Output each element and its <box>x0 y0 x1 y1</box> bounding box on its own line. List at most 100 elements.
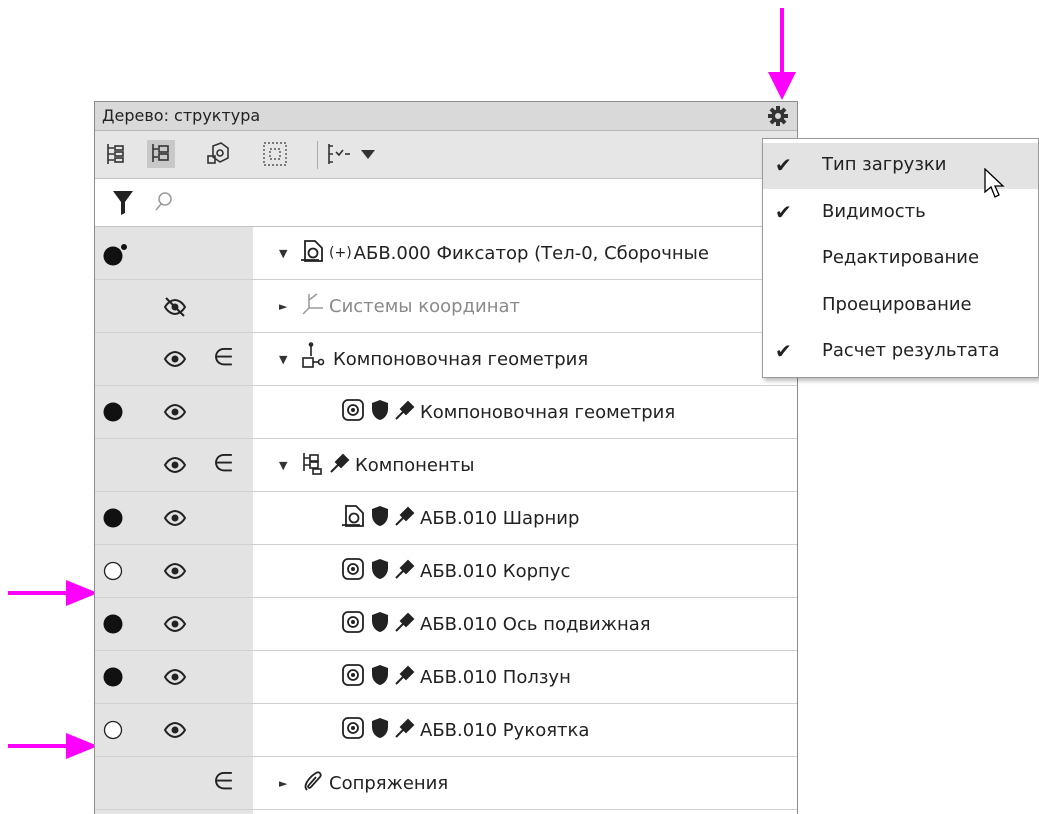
panel-title: Дерево: структура <box>102 106 261 125</box>
tree-node-label: Сопряжения <box>329 772 449 794</box>
pin-icon <box>395 506 415 526</box>
annotation-arrow-gear <box>768 8 796 100</box>
eye-icon[interactable] <box>163 349 187 369</box>
shield-icon <box>372 558 388 579</box>
menu-item-label: Расчет результата <box>822 340 1000 361</box>
tree-node[interactable]: Компоновочная геометрия <box>340 386 675 438</box>
tree-composition-button[interactable] <box>147 140 175 168</box>
pin-icon <box>395 400 415 420</box>
load-lightweight-icon[interactable] <box>103 720 123 740</box>
tree-row[interactable]: ► Системы координат <box>95 280 797 333</box>
tree-row[interactable]: АБВ.010 Шарнир <box>95 492 797 545</box>
search-icon <box>155 192 172 211</box>
expand-down-icon[interactable]: ▼ <box>279 459 289 472</box>
edit-element-of-icon[interactable]: ∈ <box>213 344 234 370</box>
tree-row[interactable]: АБВ.010 Ползун <box>95 651 797 704</box>
menu-item-3[interactable]: Редактирование <box>763 236 1038 282</box>
tree-node-label: АБВ.010 Шарнир <box>420 507 580 529</box>
edit-element-of-icon[interactable]: ∈ <box>213 768 234 794</box>
edit-element-of-icon[interactable]: ∈ <box>213 450 234 476</box>
part-icon <box>340 556 366 587</box>
selection-frame-icon <box>263 142 287 166</box>
dropdown-triangle-icon[interactable] <box>361 150 375 160</box>
load-mixed-icon[interactable] <box>103 243 127 266</box>
shield-icon <box>372 611 388 632</box>
tree-structure-icon <box>107 144 124 164</box>
tree-row[interactable]: Компоновочная геометрия <box>95 386 797 439</box>
load-full-icon[interactable] <box>103 508 123 528</box>
annotation-arrow-korpus <box>8 580 98 606</box>
pin-icon <box>395 612 415 632</box>
tree-row[interactable]: АБВ.010 Ось подвижная <box>95 598 797 651</box>
tree-node[interactable]: ▼ Компоновочная геометрия <box>279 333 588 385</box>
tree-node[interactable]: ▼ (+) АБВ.000 Фиксатор (Тел-0, Сборочные <box>279 227 709 279</box>
structure-tree-panel: Дерево: структура ▼ (+) АБВ.000 Фиксатор… <box>94 101 798 814</box>
expand-right-icon[interactable]: ► <box>279 777 289 790</box>
filter-icon[interactable] <box>113 191 133 215</box>
panel-toolbar <box>95 131 797 179</box>
tree-node[interactable]: ► Системы координат <box>279 280 520 332</box>
mates-icon <box>299 768 325 799</box>
eye-icon[interactable] <box>163 720 187 740</box>
checkmark-icon: ✔ <box>775 199 792 224</box>
load-full-icon[interactable] <box>103 667 123 687</box>
assembly-icon <box>299 238 325 269</box>
tree-rows: ▼ (+) АБВ.000 Фиксатор (Тел-0, Сборочные ► С… <box>95 227 797 810</box>
pin-icon <box>395 718 415 738</box>
filter-bar <box>95 179 797 227</box>
menu-item-4[interactable]: Проецирование <box>763 283 1038 329</box>
shield-icon <box>372 664 388 685</box>
load-full-icon[interactable] <box>103 402 123 422</box>
modified-marker: (+) <box>329 245 352 261</box>
panel-titlebar: Дерево: структура <box>95 102 797 131</box>
toolbar-separator <box>317 141 318 169</box>
part-icon <box>340 662 366 693</box>
tree-node[interactable]: АБВ.010 Ползун <box>340 651 571 703</box>
expand-right-icon[interactable]: ► <box>279 300 289 313</box>
tree-composition-icon <box>152 144 169 162</box>
tree-node-label: Системы координат <box>329 295 520 317</box>
tree-row[interactable]: ▼ (+) АБВ.000 Фиксатор (Тел-0, Сборочные <box>95 227 797 280</box>
checkmark-icon: ✔ <box>775 153 792 177</box>
tree-node-label: АБВ.000 Фиксатор (Тел-0, Сборочные <box>353 242 709 264</box>
eye-icon[interactable] <box>163 508 187 528</box>
tree-node[interactable]: АБВ.010 Рукоятка <box>340 704 589 756</box>
components-icon <box>299 450 325 481</box>
shield-icon <box>372 717 388 738</box>
tree-node-label: АБВ.010 Корпус <box>420 560 571 582</box>
eye-icon[interactable] <box>163 402 187 422</box>
eye-icon[interactable] <box>163 561 187 581</box>
checkmark-icon: ✔ <box>775 339 792 363</box>
tree-node-label: АБВ.010 Рукоятка <box>420 719 590 741</box>
tree-row[interactable]: АБВ.010 Корпус <box>95 545 797 598</box>
tree-row[interactable]: ∈ ► Сопряжения <box>95 757 797 810</box>
tree-selection-button[interactable] <box>261 140 289 168</box>
part-icon <box>340 715 366 746</box>
eye-hidden-icon[interactable] <box>163 296 187 317</box>
tree-node[interactable]: ► Сопряжения <box>279 757 448 809</box>
tree-node-label: АБВ.010 Ползун <box>420 666 571 688</box>
gear-icon[interactable] <box>767 105 789 127</box>
tree-row[interactable]: ∈ ▼ Компоненты <box>95 439 797 492</box>
tree-row[interactable]: АБВ.010 Рукоятка <box>95 704 797 757</box>
tree-filter-options-button[interactable] <box>325 140 353 168</box>
tree-node[interactable]: ▼ Компоненты <box>279 439 474 491</box>
eye-icon[interactable] <box>163 667 187 687</box>
expand-down-icon[interactable]: ▼ <box>279 247 289 260</box>
tree-node[interactable]: АБВ.010 Ось подвижная <box>340 598 651 650</box>
tree-node[interactable]: АБВ.010 Корпус <box>340 545 570 597</box>
menu-item-5[interactable]: ✔ Расчет результата <box>763 329 1038 375</box>
eye-icon[interactable] <box>163 455 187 475</box>
tree-structure-button[interactable] <box>103 140 131 168</box>
tree-objects-button[interactable] <box>205 140 233 168</box>
part-icon <box>340 397 366 428</box>
tree-node[interactable]: АБВ.010 Шарнир <box>340 492 579 544</box>
load-lightweight-icon[interactable] <box>103 561 123 581</box>
eye-icon[interactable] <box>163 614 187 634</box>
tree-row[interactable]: ∈ ▼ Компоновочная геометрия <box>95 333 797 386</box>
search-input[interactable] <box>185 187 769 219</box>
expand-down-icon[interactable]: ▼ <box>279 353 289 366</box>
load-full-icon[interactable] <box>103 614 123 634</box>
annotation-arrow-rukoyatka <box>8 733 98 759</box>
pin-icon <box>395 665 415 685</box>
